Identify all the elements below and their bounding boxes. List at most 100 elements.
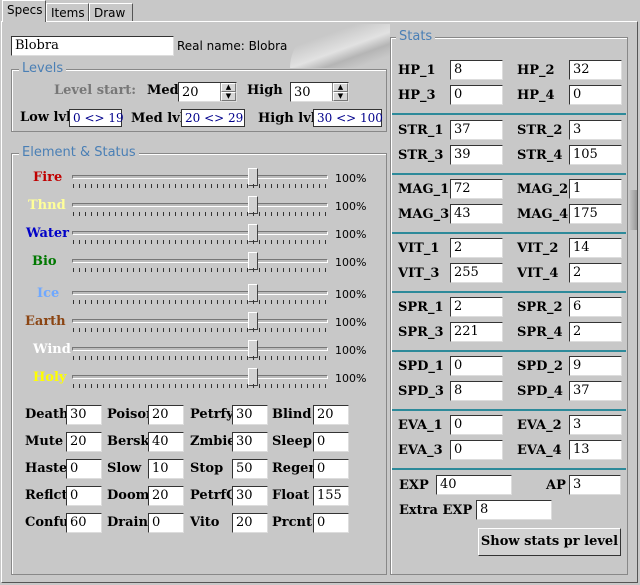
stat-field-vit_4[interactable]: 2 xyxy=(569,263,622,283)
status-label-zmbie: Zmbie xyxy=(190,434,236,449)
stat-field-vit_2[interactable]: 14 xyxy=(569,238,622,258)
stat-field-hp_3[interactable]: 0 xyxy=(450,85,503,105)
status-label-vito: Vito xyxy=(190,515,220,530)
stat-label-vit_2: VIT_2 xyxy=(517,241,559,256)
panel-edge-handle xyxy=(629,190,637,230)
stat-field-mag_4[interactable]: 175 xyxy=(569,204,622,224)
stat-label-hp_2: HP_2 xyxy=(517,63,555,78)
stat-field-hp_2[interactable]: 32 xyxy=(569,60,622,80)
element-label-water: Water xyxy=(26,226,70,241)
stat-field-str_3[interactable]: 39 xyxy=(450,145,503,165)
element-slider-track xyxy=(72,259,328,263)
stat-field-eva_3[interactable]: 0 xyxy=(450,440,503,460)
spin-down-icon[interactable]: ▼ xyxy=(333,92,348,101)
stat-field-spr_2[interactable]: 6 xyxy=(569,297,622,317)
stat-field-vit_1[interactable]: 2 xyxy=(450,238,503,258)
status-field-blind[interactable]: 20 xyxy=(313,405,349,425)
status-label-regen: Regen xyxy=(272,461,318,476)
stat-group-divider xyxy=(392,350,626,352)
stat-field-eva_4[interactable]: 13 xyxy=(569,440,622,460)
status-label-float: Float xyxy=(272,488,310,503)
status-field-regen[interactable]: 0 xyxy=(313,459,349,479)
element-slider-track xyxy=(72,291,328,295)
element-slider-track xyxy=(72,375,328,379)
stat-field-mag_1[interactable]: 72 xyxy=(450,179,503,199)
tab-items[interactable]: Items xyxy=(46,3,89,22)
stat-group-divider xyxy=(392,113,626,115)
status-field-petrfy[interactable]: 30 xyxy=(232,405,268,425)
level-start-label: Level start: xyxy=(54,83,137,98)
stat-label-spr_3: SPR_3 xyxy=(398,325,444,340)
status-field-sleep[interactable]: 0 xyxy=(313,432,349,452)
status-field-float[interactable]: 155 xyxy=(313,486,349,506)
status-field-bersk[interactable]: 40 xyxy=(148,432,184,452)
element-label-wind: Wind xyxy=(33,342,71,357)
status-field-haste[interactable]: 0 xyxy=(66,459,102,479)
spin-up-icon[interactable]: ▲ xyxy=(221,83,236,92)
element-slider-track xyxy=(72,231,328,235)
high-lvl-label: High lvl xyxy=(258,111,316,126)
stat-label-spr_4: SPR_4 xyxy=(517,325,563,340)
spin-down-icon[interactable]: ▼ xyxy=(221,92,236,101)
stat-field-eva_1[interactable]: 0 xyxy=(450,415,503,435)
status-field-doom[interactable]: 20 xyxy=(148,486,184,506)
stat-label-eva_2: EVA_2 xyxy=(517,418,562,433)
stat-field-hp_4[interactable]: 0 xyxy=(569,85,622,105)
tab-specs[interactable]: Specs xyxy=(2,0,46,22)
stat-field-mag_2[interactable]: 1 xyxy=(569,179,622,199)
extra-exp-field[interactable]: 8 xyxy=(476,500,552,520)
status-field-slow[interactable]: 10 xyxy=(148,459,184,479)
med-level-spinner[interactable]: 20 ▲ ▼ xyxy=(178,82,237,102)
status-field-poison[interactable]: 20 xyxy=(148,405,184,425)
status-label-drain: Drain xyxy=(107,515,148,530)
stat-field-spd_3[interactable]: 8 xyxy=(450,381,503,401)
high-level-value: 30 xyxy=(294,85,311,100)
status-label-doom: Doom xyxy=(107,488,150,503)
status-field-petrfc[interactable]: 30 xyxy=(232,486,268,506)
status-field-confu[interactable]: 60 xyxy=(66,513,102,533)
status-field-vito[interactable]: 20 xyxy=(232,513,268,533)
status-field-stop[interactable]: 50 xyxy=(232,459,268,479)
slider-ticks xyxy=(73,240,329,244)
status-field-zmbie[interactable]: 30 xyxy=(232,432,268,452)
tab-draw[interactable]: Draw xyxy=(89,3,133,22)
ap-label: AP xyxy=(546,478,566,493)
status-field-drain[interactable]: 0 xyxy=(148,513,184,533)
stat-field-spd_2[interactable]: 9 xyxy=(569,356,622,376)
exp-field[interactable]: 40 xyxy=(436,475,512,495)
spin-up-icon[interactable]: ▲ xyxy=(333,83,348,92)
element-label-earth: Earth xyxy=(25,314,66,329)
real-name-label: Real name: Blobra xyxy=(177,39,288,53)
stat-label-vit_4: VIT_4 xyxy=(517,266,559,281)
stat-field-str_2[interactable]: 3 xyxy=(569,120,622,140)
stat-label-eva_3: EVA_3 xyxy=(398,443,443,458)
ap-field[interactable]: 3 xyxy=(569,475,621,495)
stat-label-hp_4: HP_4 xyxy=(517,88,555,103)
status-field-prcnt[interactable]: 0 xyxy=(313,513,349,533)
stat-field-eva_2[interactable]: 3 xyxy=(569,415,622,435)
stat-field-vit_3[interactable]: 255 xyxy=(450,263,503,283)
element-label-bio: Bio xyxy=(32,254,57,269)
stat-field-spd_4[interactable]: 37 xyxy=(569,381,622,401)
stat-field-str_1[interactable]: 37 xyxy=(450,120,503,140)
high-level-spinner[interactable]: 30 ▲ ▼ xyxy=(290,82,349,102)
stat-field-str_4[interactable]: 105 xyxy=(569,145,622,165)
slider-ticks xyxy=(73,384,329,388)
status-field-death[interactable]: 30 xyxy=(66,405,102,425)
status-field-reflct[interactable]: 0 xyxy=(66,486,102,506)
stat-field-hp_1[interactable]: 8 xyxy=(450,60,503,80)
element-slider-track xyxy=(72,175,328,179)
show-stats-button[interactable]: Show stats pr level xyxy=(478,528,621,556)
name-field[interactable]: Blobra xyxy=(11,36,174,56)
stat-field-spd_1[interactable]: 0 xyxy=(450,356,503,376)
stat-field-mag_3[interactable]: 43 xyxy=(450,204,503,224)
stat-label-spd_1: SPD_1 xyxy=(398,359,444,374)
stat-field-spr_1[interactable]: 2 xyxy=(450,297,503,317)
status-label-sleep: Sleep xyxy=(272,434,312,449)
stat-field-spr_4[interactable]: 2 xyxy=(569,322,622,342)
element-percent: 100% xyxy=(335,344,367,357)
slider-ticks xyxy=(73,328,329,332)
stat-field-spr_3[interactable]: 221 xyxy=(450,322,503,342)
status-field-mute[interactable]: 20 xyxy=(66,432,102,452)
stat-label-str_3: STR_3 xyxy=(398,148,444,163)
